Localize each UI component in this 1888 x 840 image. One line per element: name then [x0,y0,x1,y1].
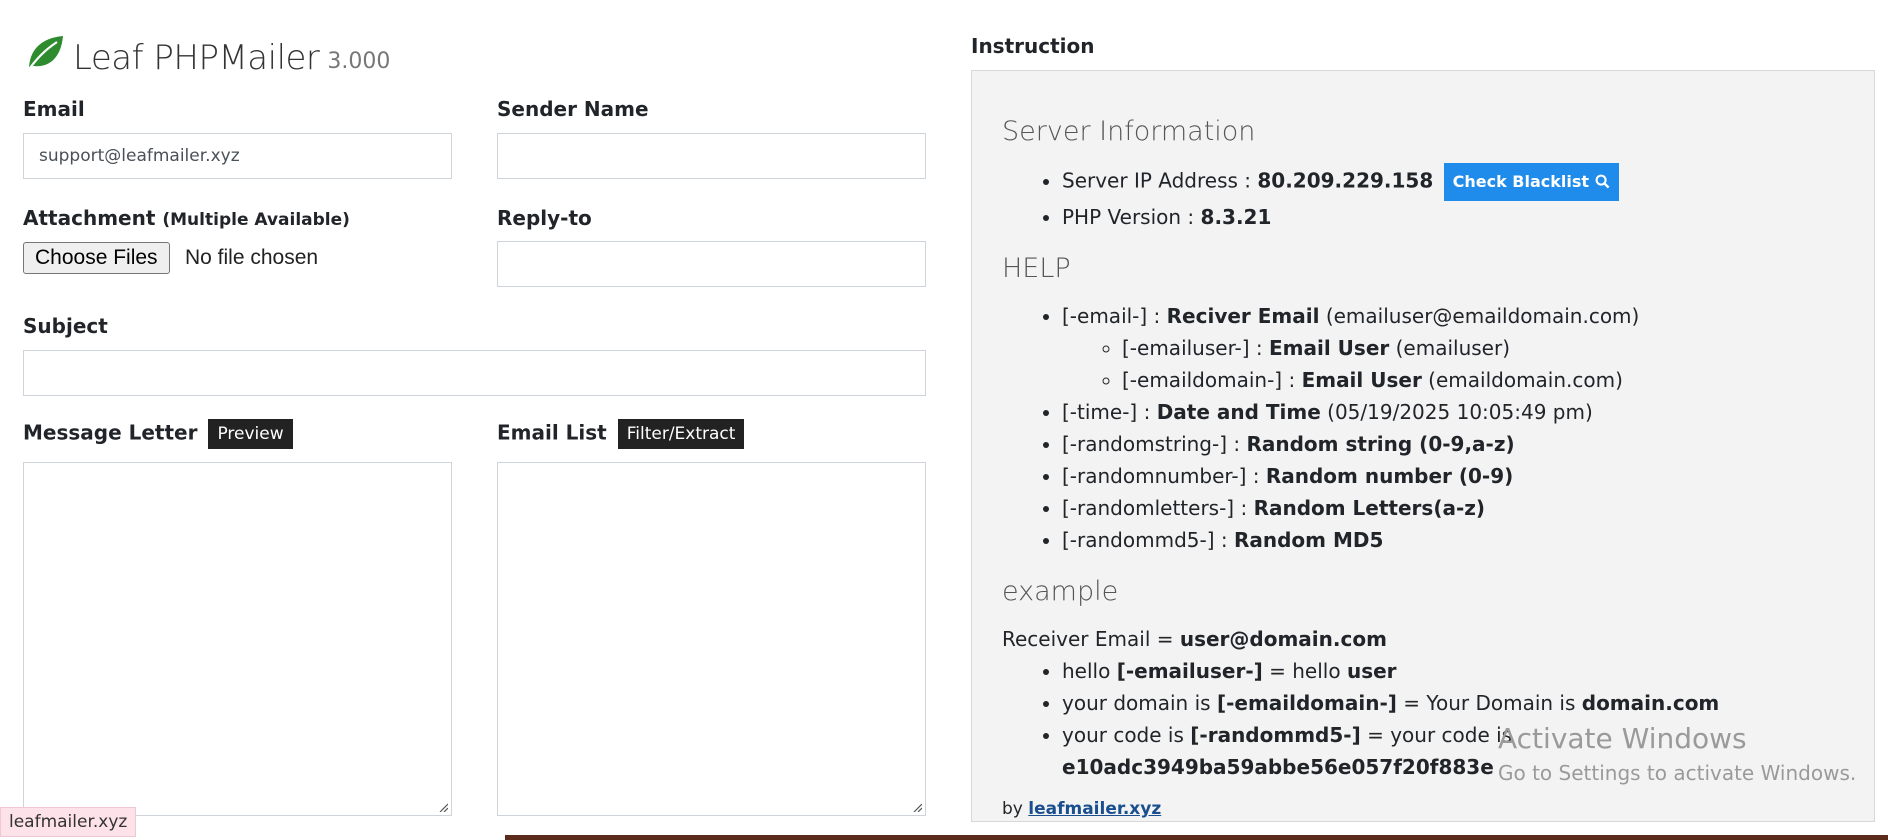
php-version-value: 8.3.21 [1200,205,1272,229]
help-item: [-email-] : Reciver Email (emailuser@ema… [1062,300,1844,396]
no-file-status: No file chosen [185,246,319,269]
email-label: Email [23,97,85,121]
help-item: [-randomnumber-] : Random number (0-9) [1062,460,1844,492]
email-input[interactable] [23,133,452,179]
help-item: [-emaildomain-] : Email User (emaildomai… [1122,364,1844,396]
help-sublist: [-emailuser-] : Email User (emailuser) [… [1062,332,1844,396]
example-heading: example [1002,576,1119,607]
subject-input[interactable] [23,350,926,396]
leaf-icon [26,36,63,73]
reply-to-input[interactable] [497,241,926,287]
attachment-label: Attachment (Multiple Available) [23,206,350,230]
server-info-heading: Server Information [1002,116,1256,147]
attachment-note: (Multiple Available) [162,210,350,230]
example-item: hello [-emailuser-] = hello user [1062,655,1844,687]
help-heading: HELP [1002,253,1071,284]
example-item: your domain is [-emaildomain-] = Your Do… [1062,687,1844,719]
choose-files-button[interactable]: Choose Files [23,242,170,274]
help-list: [-email-] : Reciver Email (emailuser@ema… [1002,300,1844,556]
help-item: [-randommd5-] : Random MD5 [1062,524,1844,556]
help-item: [-randomstring-] : Random string (0-9,a-… [1062,428,1844,460]
help-item: [-time-] : Date and Time (05/19/2025 10:… [1062,396,1844,428]
sender-name-input[interactable] [497,133,926,179]
help-item: [-randomletters-] : Random Letters(a-z) [1062,492,1844,524]
server-info-list: Server IP Address : 80.209.229.158 Check… [1002,163,1844,233]
brand-version: 3.000 [327,49,391,74]
server-ip-value: 80.209.229.158 [1257,168,1434,193]
message-label: Message Letter Preview [23,419,293,449]
status-url-tooltip: leafmailer.xyz [0,807,137,837]
brand-name: Leaf PHPMailer [73,38,320,78]
help-item: [-emailuser-] : Email User (emailuser) [1122,332,1844,364]
check-blacklist-button[interactable]: Check Blacklist [1443,163,1619,201]
byline: by leafmailer.xyz [1002,799,1162,819]
resize-grip-icon[interactable] [438,802,448,812]
server-ip-item: Server IP Address : 80.209.229.158 Check… [1062,163,1844,201]
email-list-label: Email List Filter/Extract [497,419,745,449]
leafmailer-link[interactable]: leafmailer.xyz [1028,799,1161,819]
receiver-email-line: Receiver Email = user@domain.com [1002,627,1387,651]
subject-label: Subject [23,314,108,338]
message-label-text: Message Letter [23,420,198,445]
filter-extract-button[interactable]: Filter/Extract [617,419,745,449]
attachment-label-text: Attachment [23,206,156,230]
instruction-title: Instruction [971,34,1095,58]
email-list-textarea[interactable] [497,462,926,816]
search-icon [1595,174,1610,189]
resize-grip-icon[interactable] [912,802,922,812]
email-list-label-text: Email List [497,420,607,445]
message-textarea[interactable] [23,462,452,816]
instruction-panel: Server Information Server IP Address : 8… [971,70,1875,822]
taskbar-edge [505,835,1888,840]
reply-to-label: Reply-to [497,206,592,230]
preview-button[interactable]: Preview [208,419,293,449]
php-version-item: PHP Version : 8.3.21 [1062,201,1844,233]
logo-row: Leaf PHPMailer 3.000 [23,22,390,78]
sender-name-label: Sender Name [497,97,649,121]
windows-activation-watermark: Activate Windows Go to Settings to activ… [1498,722,1857,785]
